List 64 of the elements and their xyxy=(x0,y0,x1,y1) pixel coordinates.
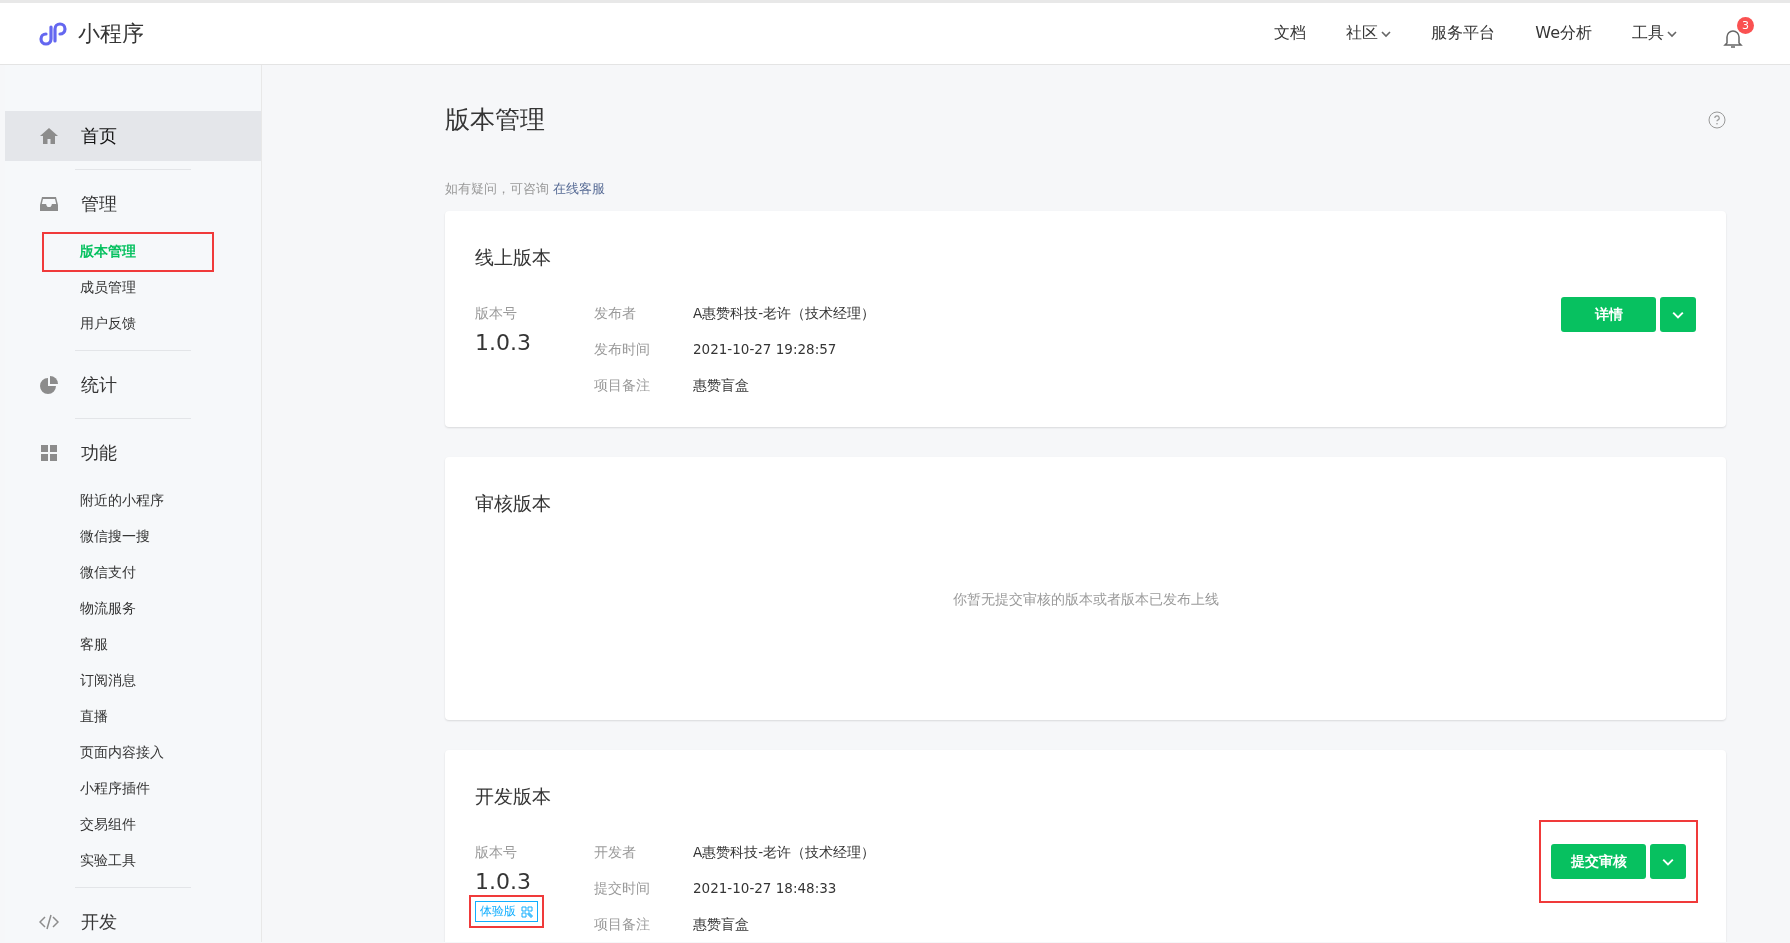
field-label: 发布时间 xyxy=(594,341,651,359)
more-options-button[interactable] xyxy=(1660,297,1696,332)
sidebar-item[interactable]: 附近的小程序 xyxy=(44,483,212,519)
inbox-icon xyxy=(39,194,59,214)
field-label: 项目备注 xyxy=(594,916,651,934)
pie-chart-icon xyxy=(39,375,59,395)
version-label: 版本号 xyxy=(475,305,517,323)
help-notice: 如有疑问，可咨询 在线客服 xyxy=(445,180,607,198)
sidebar-item[interactable]: 实验工具 xyxy=(44,843,212,879)
field-value: 2021-10-27 18:48:33 xyxy=(693,880,838,898)
sidebar-section[interactable]: 统计 xyxy=(5,360,261,410)
sidebar-item[interactable]: 微信支付 xyxy=(44,555,212,591)
sidebar-section[interactable]: 首页 xyxy=(5,111,261,161)
sidebar-item[interactable]: 直播 xyxy=(44,699,212,735)
nav-link[interactable]: 文档 xyxy=(1274,23,1307,44)
caret-icon xyxy=(1381,28,1392,39)
version-label: 版本号 xyxy=(475,844,517,862)
nav-link[interactable]: 工具 xyxy=(1632,23,1677,44)
sidebar-item[interactable]: 物流服务 xyxy=(44,591,212,627)
sidebar-item[interactable]: 客服 xyxy=(44,627,212,663)
section-label: 管理 xyxy=(81,192,117,216)
more-options-button[interactable] xyxy=(1650,844,1686,879)
sidebar-item[interactable]: 订阅消息 xyxy=(44,663,212,699)
sidebar-section[interactable]: 管理 xyxy=(5,179,261,229)
empty-message: 你暂无提交审核的版本或者版本已发布上线 xyxy=(951,590,1220,609)
field-value: 惠赞盲盒 xyxy=(693,377,750,395)
card-title: 审核版本 xyxy=(475,491,552,516)
qr-code-icon xyxy=(521,905,533,918)
field-value: A惠赞科技-老许（技术经理） xyxy=(693,305,877,323)
version-number: 1.0.3 xyxy=(475,331,531,355)
help-icon[interactable] xyxy=(1708,110,1726,129)
section-label: 开发 xyxy=(81,910,117,934)
grid-icon xyxy=(39,443,59,463)
nav-link[interactable]: 服务平台 xyxy=(1431,23,1496,44)
sidebar-item[interactable]: 微信搜一搜 xyxy=(44,519,212,555)
field-value: 2021-10-27 19:28:57 xyxy=(693,341,838,359)
caret-icon xyxy=(1667,28,1677,39)
sidebar-item[interactable]: 交易组件 xyxy=(44,807,212,843)
nav-link[interactable]: We分析 xyxy=(1535,23,1592,44)
field-label: 开发者 xyxy=(594,844,637,862)
page-title: 版本管理 xyxy=(445,104,545,136)
app-title: 小程序 xyxy=(78,19,144,48)
nav-link[interactable]: 社区 xyxy=(1346,23,1392,44)
field-label: 提交时间 xyxy=(594,880,651,898)
sidebar-item[interactable]: 小程序插件 xyxy=(44,771,212,807)
support-link[interactable]: 在线客服 xyxy=(553,181,606,196)
section-label: 功能 xyxy=(81,441,117,465)
field-value: A惠赞科技-老许（技术经理） xyxy=(693,844,877,862)
home-icon xyxy=(39,126,59,146)
field-label: 项目备注 xyxy=(594,377,651,395)
card-title: 开发版本 xyxy=(475,784,552,809)
sidebar-section[interactable]: 开发 xyxy=(5,897,261,942)
section-label: 首页 xyxy=(81,124,117,148)
field-value: 惠赞盲盒 xyxy=(693,916,750,934)
version-number: 1.0.3 xyxy=(475,870,531,894)
sidebar-section[interactable]: 功能 xyxy=(5,428,261,478)
section-label: 统计 xyxy=(81,373,117,397)
notification-count: 3 xyxy=(1737,17,1754,34)
sidebar-item[interactable]: 成员管理 xyxy=(44,270,212,306)
sidebar-item[interactable]: 用户反馈 xyxy=(44,306,212,342)
card-title: 线上版本 xyxy=(475,245,552,270)
code-icon xyxy=(39,912,59,932)
sidebar-item[interactable]: 页面内容接入 xyxy=(44,735,212,771)
field-label: 发布者 xyxy=(594,305,637,323)
